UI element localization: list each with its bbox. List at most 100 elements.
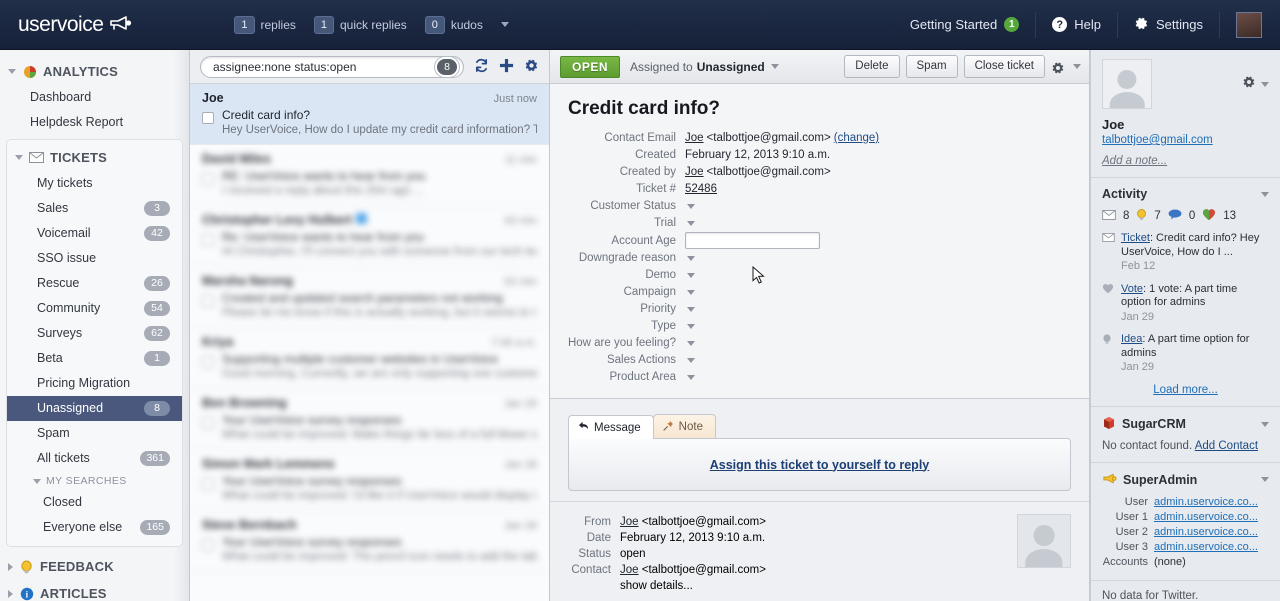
ticket-row-checkbox[interactable] [202,112,214,124]
assignee-control[interactable]: Assigned to Unassigned [630,60,779,74]
sidebar-item-surveys[interactable]: Surveys 62 [7,321,182,346]
sidebar-item-beta[interactable]: Beta 1 [7,346,182,371]
ticket-row-checkbox[interactable] [202,478,214,490]
created-by-name-link[interactable]: Joe [685,164,704,180]
load-more-link[interactable]: Load more... [1102,384,1269,396]
help-button[interactable]: ? Help [1036,11,1119,38]
activity-item-kind-link[interactable]: Ticket [1121,232,1150,244]
user-avatar-button[interactable] [1220,11,1266,38]
ticket-settings-gear-icon[interactable] [1051,58,1065,74]
ticket-list-scroll[interactable]: Joe Just now Credit card info? Hey UserV… [190,84,549,601]
activity-item-ticket[interactable]: Ticket: Credit card info? Hey UserVoice,… [1102,232,1269,274]
chevron-down-icon[interactable] [687,374,695,380]
ticket-row-3[interactable]: Marsha Narong 53 min Created and updated… [190,267,549,328]
sugarcrm-panel-header[interactable]: SugarCRM [1102,416,1269,433]
sidebar-item-label: Spam [37,426,70,440]
ticket-row-4[interactable]: Kriya 7:06 a.m. Supporting multiple cust… [190,328,549,389]
getting-started-button[interactable]: Getting Started 1 [894,11,1037,38]
ticket-row-6[interactable]: Simon Mark Lemmens Jan 28 Your UserVoice… [190,450,549,511]
ticket-row-2[interactable]: Christopher Levy Hulbert 43 min Re: User… [190,206,549,267]
tab-note[interactable]: Note [652,414,716,439]
assign-to-self-link[interactable]: Assign this ticket to yourself to reply [710,458,930,472]
topnav-kudos[interactable]: 0 kudos [424,15,483,34]
sidebar-my-searches-header[interactable]: MY SEARCHES [7,471,182,490]
sidebar-item-my-tickets[interactable]: My tickets [7,171,182,196]
add-note-link[interactable]: Add a note... [1102,155,1269,167]
tab-message[interactable]: Message [568,415,654,439]
sidebar-item-pricing-migration[interactable]: Pricing Migration [7,371,182,396]
list-settings-gear-icon[interactable] [524,58,539,76]
message-contact-name-link[interactable]: Joe [620,564,639,576]
refresh-icon[interactable] [474,58,489,76]
ticket-row-1[interactable]: David Miles 11 min RE: UserVoice wants t… [190,145,549,206]
settings-button[interactable]: Settings [1118,11,1220,38]
add-ticket-icon[interactable] [499,58,514,76]
sidebar-item-helpdesk-report[interactable]: Helpdesk Report [0,110,189,135]
chevron-down-icon[interactable] [687,357,695,363]
add-contact-link[interactable]: Add Contact [1195,440,1258,452]
ticket-row-checkbox[interactable] [202,173,214,185]
search-field-wrapper[interactable]: 8 [200,55,464,78]
spam-button[interactable]: Spam [905,55,958,78]
ticket-row-checkbox[interactable] [202,356,214,368]
activity-item-kind-link[interactable]: Vote [1121,283,1143,295]
ticket-row-checkbox[interactable] [202,234,214,246]
message-from-name-link[interactable]: Joe [620,516,639,528]
chevron-down-icon[interactable] [687,220,695,226]
show-details-link[interactable]: show details... [620,578,693,594]
chevron-down-icon[interactable] [687,323,695,329]
search-input[interactable] [213,59,436,74]
chevron-down-icon[interactable] [687,289,695,295]
sidebar-item-community[interactable]: Community 54 [7,296,182,321]
superadmin-row-value-link[interactable]: admin.uservoice.co... [1154,510,1258,524]
sidebar-header-feedback[interactable]: FEEDBACK [0,553,189,580]
sidebar-item-dashboard[interactable]: Dashboard [0,85,189,110]
topnav-quick-replies[interactable]: 1 quick replies [313,15,407,34]
chevron-down-icon[interactable] [687,255,695,261]
chevron-down-icon[interactable] [500,22,509,27]
activity-item-vote[interactable]: Vote: 1 vote: A part time option for adm… [1102,283,1269,325]
superadmin-row-value-link[interactable]: admin.uservoice.co... [1154,525,1258,539]
superadmin-panel-header[interactable]: SuperAdmin [1102,472,1269,488]
ticket-row-7[interactable]: Steve Bernbach Jan 28 Your UserVoice sur… [190,511,549,572]
sidebar-item-spam[interactable]: Spam [7,421,182,446]
change-contact-link[interactable]: (change) [834,130,879,146]
sidebar-item-closed[interactable]: Closed [7,490,182,515]
chevron-down-icon[interactable] [1073,64,1081,69]
ticket-row-checkbox[interactable] [202,539,214,551]
contact-settings-control[interactable] [1242,75,1269,94]
chevron-down-icon[interactable] [687,306,695,312]
chevron-down-icon[interactable] [687,272,695,278]
sidebar-header-tickets[interactable]: TICKETS [7,144,182,171]
activity-panel-header[interactable]: Activity [1102,187,1269,201]
sidebar-item-sso-issue[interactable]: SSO issue [7,246,182,271]
sidebar-header-articles[interactable]: i ARTICLES [0,580,189,601]
activity-item-idea[interactable]: Idea: A part time option for admins Jan … [1102,333,1269,375]
sidebar-item-voicemail[interactable]: Voicemail 42 [7,221,182,246]
chevron-down-icon[interactable] [687,203,695,209]
ticket-row-5[interactable]: Ben Browning Jan 29 Your UserVoice surve… [190,389,549,450]
activity-item-kind-link[interactable]: Idea [1121,333,1142,345]
close-ticket-button[interactable]: Close ticket [963,55,1045,78]
ticket-info-card: Credit card info? Contact Email Joe <tal… [550,84,1089,399]
contact-email-name-link[interactable]: Joe [685,130,704,146]
sidebar-item-all-tickets[interactable]: All tickets 361 [7,446,182,471]
ticket-row-0[interactable]: Joe Just now Credit card info? Hey UserV… [190,84,549,145]
sidebar-item-everyone-else[interactable]: Everyone else 165 [7,515,182,540]
uservoice-logo[interactable]: uservoice [18,13,134,37]
ticket-row-checkbox[interactable] [202,417,214,429]
sidebar-item-unassigned[interactable]: Unassigned 8 [7,396,182,421]
delete-button[interactable]: Delete [844,55,900,78]
sidebar-item-rescue[interactable]: Rescue 26 [7,271,182,296]
ticket-row-checkbox[interactable] [202,295,214,307]
chevron-down-icon[interactable] [687,340,695,346]
superadmin-row-value-link[interactable]: admin.uservoice.co... [1154,495,1258,509]
topnav-replies[interactable]: 1 replies [234,15,296,34]
logo-text: uservoice [18,12,104,36]
sidebar-header-analytics[interactable]: ANALYTICS [0,58,189,85]
ticket-number-link[interactable]: 52486 [685,181,717,197]
superadmin-row-value-link[interactable]: admin.uservoice.co... [1154,540,1258,554]
sidebar-item-sales[interactable]: Sales 3 [7,196,182,221]
contact-email-link[interactable]: talbottjoe@gmail.com [1102,134,1269,146]
account-age-input[interactable] [685,232,820,249]
